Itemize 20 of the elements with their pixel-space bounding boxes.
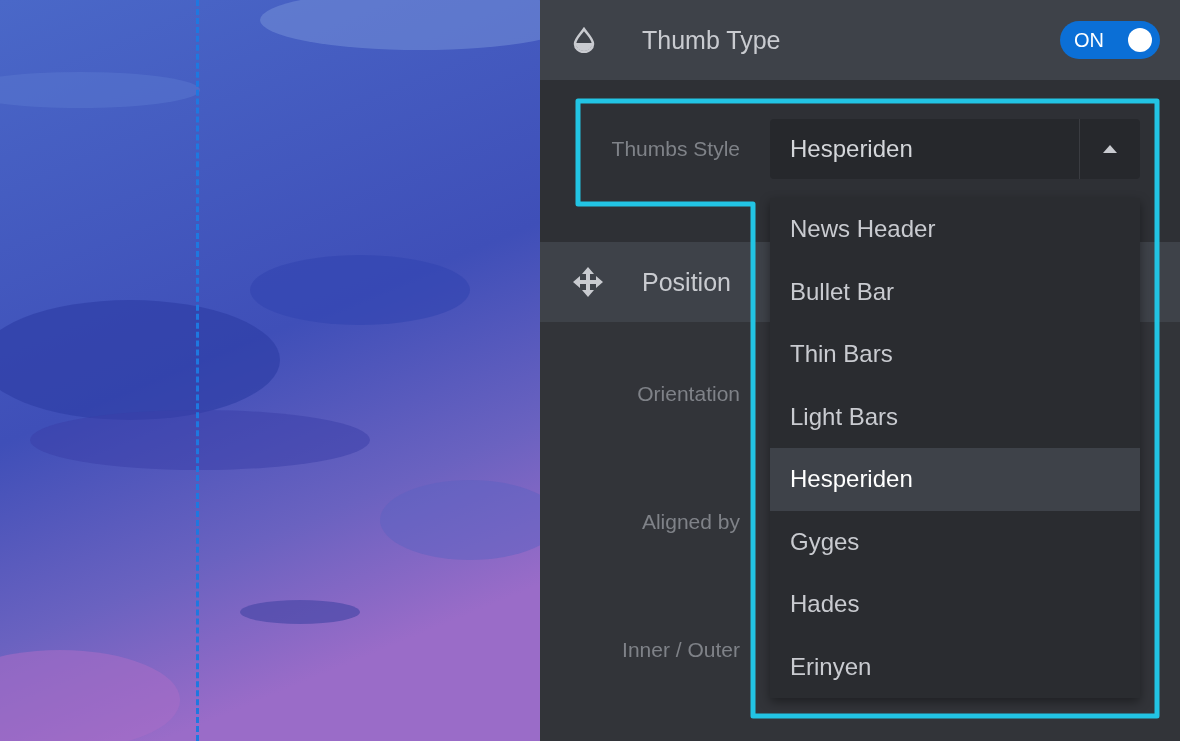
field-label: Inner / Outer — [621, 638, 740, 662]
field-label: Aligned by — [640, 510, 740, 534]
section-title: Position — [642, 267, 731, 297]
dropdown-option[interactable]: Bullet Bar — [770, 260, 1140, 323]
dropdown-option[interactable]: Gyges — [770, 510, 1140, 573]
selected-value: Hesperiden — [789, 135, 914, 163]
dropdown-option[interactable]: Hades — [770, 573, 1140, 636]
caret-icon — [1103, 145, 1117, 153]
move-icon — [572, 266, 604, 298]
dropdown-option[interactable]: Erinyen — [770, 635, 1140, 698]
dropdown-option[interactable]: Light Bars — [770, 385, 1140, 448]
dropdown-option[interactable]: News Header — [770, 198, 1140, 261]
toggle-switch[interactable]: ON — [1060, 21, 1160, 59]
dropdown-option[interactable]: Hesperiden — [770, 448, 1140, 511]
field-label: Thumbs Style — [610, 137, 740, 161]
dropdown-option[interactable]: Thin Bars — [770, 323, 1140, 386]
drop-icon — [572, 27, 596, 53]
style-dropdown[interactable]: Hesperiden — [770, 119, 1140, 179]
field-label: Orientation — [636, 382, 740, 406]
section-title: Thumb Type — [642, 25, 781, 55]
